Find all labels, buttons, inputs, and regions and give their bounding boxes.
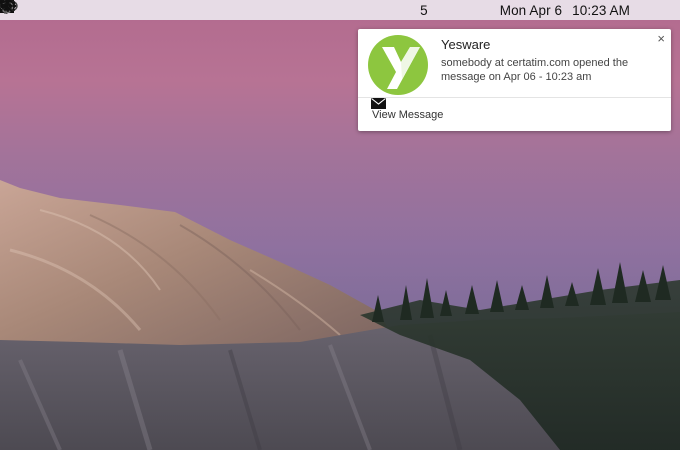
envelope-icon (371, 98, 386, 109)
view-message-label: View Message (372, 108, 444, 121)
view-message-button[interactable]: View Message (358, 98, 671, 131)
menu-bar: 5 Mon Apr 6 10:23 AM (0, 0, 680, 20)
menubar-date[interactable]: Mon Apr 6 (500, 0, 562, 20)
notification-banner[interactable]: Yesware somebody at certatim.com opened … (358, 29, 671, 131)
menubar-time[interactable]: 10:23 AM (572, 0, 630, 20)
notification-message: somebody at certatim.com opened the mess… (441, 57, 629, 83)
adobe-badge-count: 5 (420, 2, 428, 18)
desktop-wallpaper: 5 Mon Apr 6 10:23 AM Yesware somebody at… (0, 0, 680, 450)
yesware-logo (368, 35, 428, 95)
notification-title: Yesware (441, 37, 491, 52)
close-button[interactable]: × (657, 32, 665, 46)
